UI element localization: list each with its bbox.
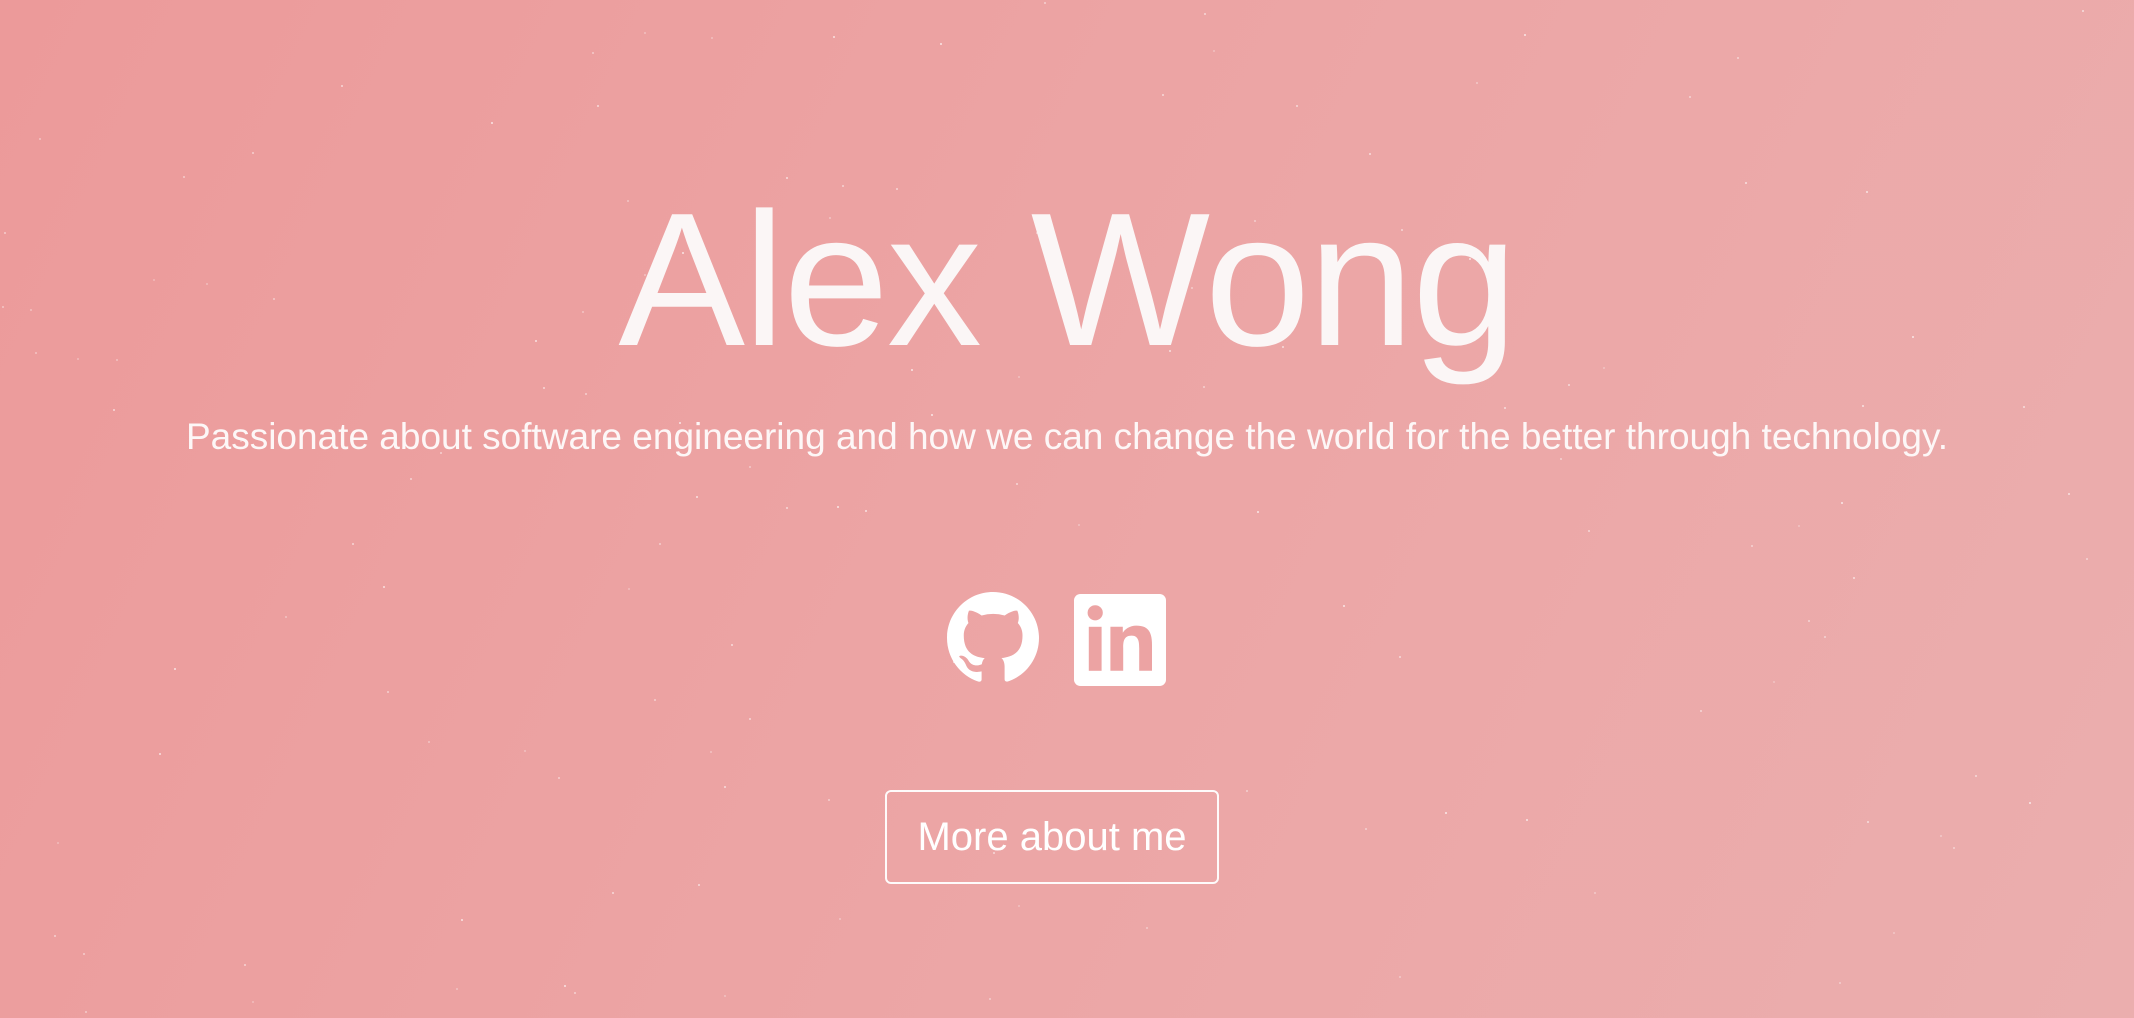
hero-tagline: Passionate about software engineering an… <box>185 416 1949 457</box>
more-about-me-button[interactable]: More about me <box>885 790 1219 884</box>
social-links <box>945 590 1166 686</box>
linkedin-link[interactable] <box>1072 590 1168 686</box>
github-link[interactable] <box>945 590 1041 686</box>
linkedin-icon <box>1074 594 1166 686</box>
hero-section: Alex Wong Passionate about software engi… <box>0 0 2134 1018</box>
hero-title: Alex Wong <box>618 174 1517 386</box>
github-icon <box>947 592 1039 682</box>
